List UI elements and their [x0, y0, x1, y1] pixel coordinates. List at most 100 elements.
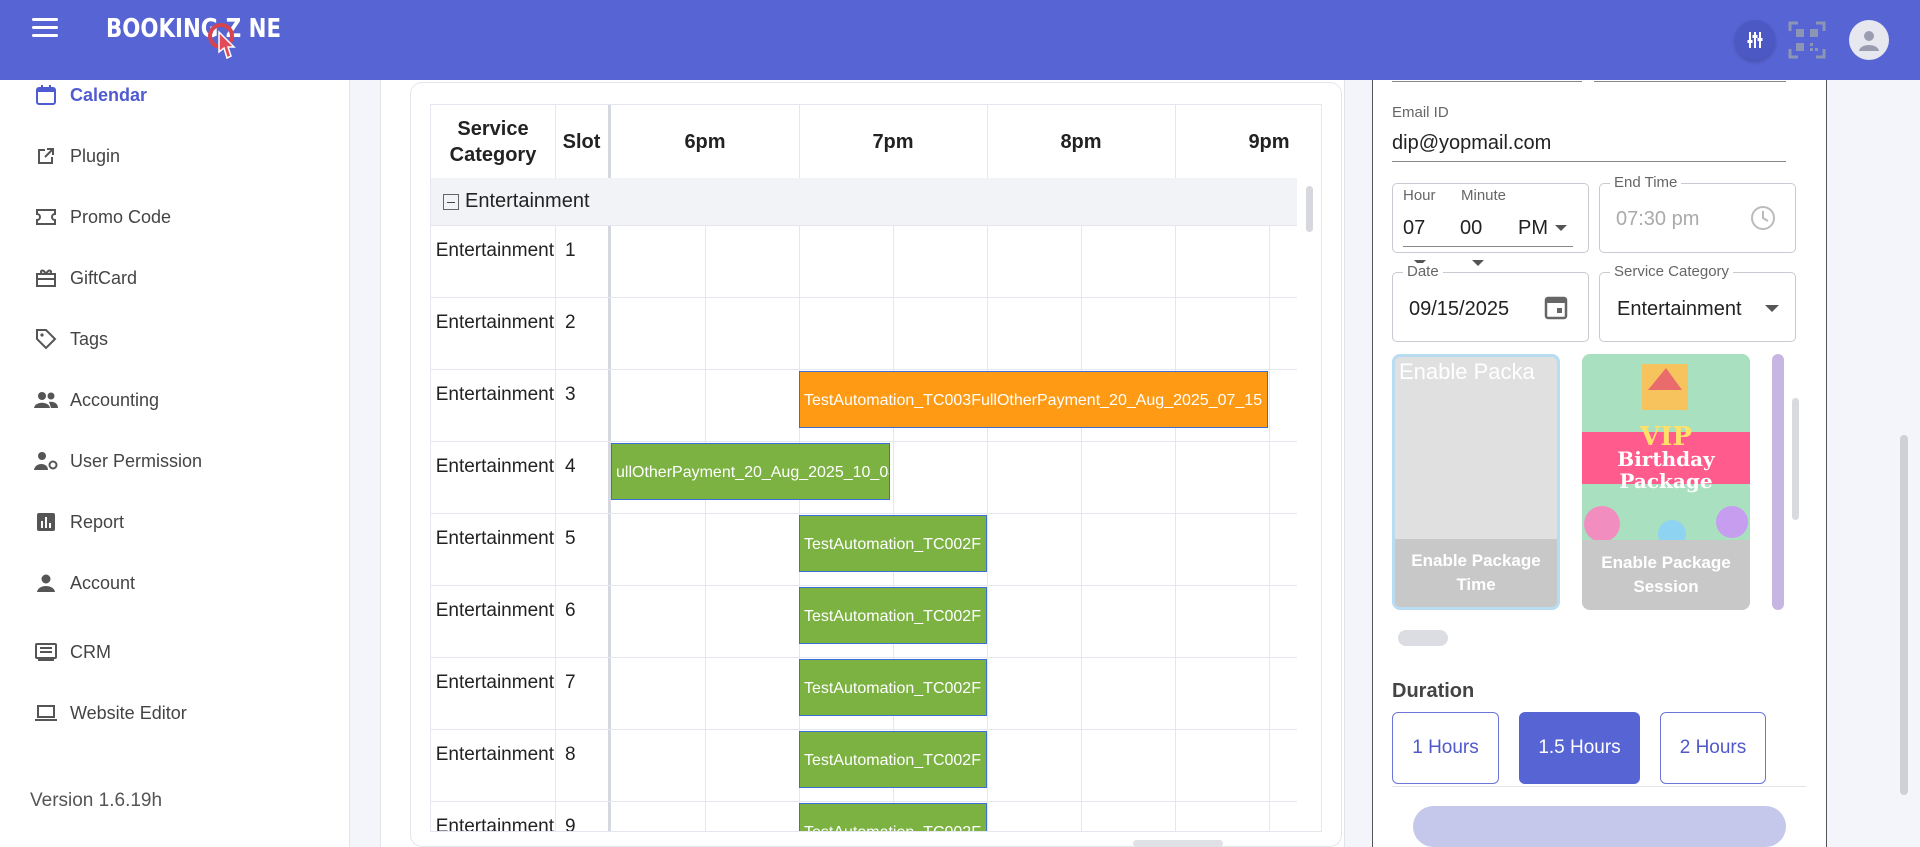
email-field[interactable]: dip@yopmail.com	[1392, 132, 1551, 155]
sidebar-item-label: Account	[70, 572, 136, 593]
divider	[1392, 786, 1806, 787]
sidebar-item-report[interactable]: Report	[34, 507, 124, 537]
row-slot: 7	[565, 672, 576, 693]
tune-settings-icon[interactable]	[1735, 20, 1775, 60]
booking-event[interactable]: TestAutomation_TC002F	[799, 515, 987, 572]
gift-icon	[34, 266, 58, 290]
end-time-value: 07:30 pm	[1616, 208, 1700, 230]
bar-chart-icon	[34, 510, 58, 534]
calendar-picker-icon[interactable]	[1544, 294, 1568, 320]
row-slot: 6	[565, 600, 576, 621]
caption-line-2: Session	[1633, 577, 1699, 596]
grid-vertical-scrollbar[interactable]	[1306, 186, 1313, 232]
submit-button[interactable]	[1413, 806, 1786, 847]
sidebar-item-accounting[interactable]: Accounting	[34, 385, 159, 415]
sidebar-item-account[interactable]: Account	[34, 568, 135, 598]
table-row[interactable]: Entertainment 1	[431, 226, 1297, 298]
minute-label: Minute	[1461, 187, 1507, 204]
row-slot: 4	[565, 456, 576, 477]
sidebar-item-label: Tags	[70, 328, 109, 349]
sidebar-item-label: User Permission	[70, 450, 203, 471]
sidebar-item-calendar[interactable]: Calendar	[34, 80, 147, 110]
field-underline	[1392, 81, 1582, 82]
package-card-partial[interactable]	[1772, 354, 1784, 610]
sidebar-item-user-permission[interactable]: User Permission	[34, 446, 202, 476]
booking-event[interactable]: ullOtherPayment_20_Aug_2025_10_04	[611, 443, 890, 500]
panel-inner-scrollbar[interactable]	[1792, 398, 1799, 520]
sidebar-item-crm[interactable]: CRM	[34, 637, 111, 667]
row-category: Entertainment	[435, 240, 554, 261]
sidebar-item-label: Promo Code	[70, 206, 172, 227]
row-slot: 8	[565, 744, 576, 765]
service-category-label: Service Category	[1610, 263, 1734, 280]
row-slot: 1	[565, 240, 576, 261]
hour-select[interactable]: 07	[1403, 217, 1425, 240]
booking-event[interactable]: TestAutomation_TC002F	[799, 803, 987, 831]
caption-line-1: Enable Package	[1601, 553, 1731, 572]
collapse-icon[interactable]	[443, 193, 459, 210]
header-service-category: Service Category	[431, 105, 555, 178]
booking-event[interactable]: TestAutomation_TC002F	[799, 731, 987, 788]
row-category: Entertainment	[435, 456, 554, 477]
package-card-session[interactable]: VIP Birthday Package Enable Package Sessi…	[1582, 354, 1750, 610]
sidebar-item-plugin[interactable]: Plugin	[34, 141, 120, 171]
header-time-8pm: 8pm	[1060, 130, 1102, 153]
minute-dropdown-icon[interactable]	[1472, 260, 1484, 266]
row-slot: 3	[565, 384, 576, 405]
row-category: Entertainment	[435, 600, 554, 621]
page-scrollbar[interactable]	[1900, 435, 1908, 795]
package-card-time[interactable]: Enable Packa Enable Package Time	[1392, 354, 1560, 610]
sidebar-item-giftcard[interactable]: GiftCard	[34, 263, 137, 293]
hour-label: Hour	[1403, 187, 1436, 204]
banner-line-3: Package	[1619, 469, 1713, 493]
booking-event[interactable]: TestAutomation_TC002F	[799, 587, 987, 644]
logo-pointer-icon	[208, 23, 236, 60]
end-time-label: End Time	[1610, 174, 1682, 191]
qr-scan-icon[interactable]	[1787, 20, 1827, 60]
package-scrollbar[interactable]	[1398, 630, 1448, 646]
clock-icon	[1751, 206, 1775, 230]
hamburger-menu-icon[interactable]	[32, 18, 58, 44]
duration-1-5-hours-button[interactable]: 1.5 Hours	[1519, 712, 1640, 784]
row-slot: 2	[565, 312, 576, 333]
laptop-icon	[34, 701, 58, 725]
group-row-entertainment[interactable]: Entertainment	[431, 178, 1297, 226]
ampm-select[interactable]: PM	[1518, 217, 1548, 240]
row-category: Entertainment	[435, 528, 554, 549]
header-time-9pm: 9pm	[1248, 130, 1290, 153]
header-service-label: Service	[457, 117, 529, 140]
sidebar-item-tags[interactable]: Tags	[34, 324, 108, 354]
duration-1-hours-button[interactable]: 1 Hours	[1392, 712, 1499, 784]
booking-event[interactable]: TestAutomation_TC003FullOtherPayment_20_…	[799, 371, 1268, 428]
sidebar-item-website-editor[interactable]: Website Editor	[34, 698, 187, 728]
row-category: Entertainment	[435, 672, 554, 693]
logo-o-mark	[241, 14, 248, 44]
scheduler-grid[interactable]: Service Category Slot 6pm 7pm 8pm 9pm Ent…	[430, 104, 1322, 832]
user-avatar-icon[interactable]	[1849, 20, 1889, 60]
banner-line-2: Birthday	[1617, 447, 1715, 471]
duration-2-hours-button[interactable]: 2 Hours	[1660, 712, 1766, 784]
minute-select[interactable]: 00	[1460, 217, 1482, 240]
service-category-value[interactable]: Entertainment	[1617, 298, 1742, 321]
grid-horizontal-scrollbar[interactable]	[1133, 840, 1223, 847]
external-link-icon	[34, 144, 58, 168]
sidebar-item-promo-code[interactable]: Promo Code	[34, 202, 171, 232]
sidebar-item-label: GiftCard	[70, 267, 138, 288]
ampm-dropdown-icon[interactable]	[1555, 225, 1567, 231]
booking-event[interactable]: TestAutomation_TC002F	[799, 659, 987, 716]
tag-icon	[34, 327, 58, 351]
sidebar-item-label: Accounting	[70, 389, 160, 410]
chevron-down-icon[interactable]	[1765, 305, 1779, 312]
row-category: Entertainment	[435, 816, 554, 832]
field-underline	[1594, 81, 1786, 82]
group-name: Entertainment	[465, 190, 590, 212]
sidebar-item-label: Plugin	[70, 145, 121, 166]
row-slot: 9	[565, 816, 576, 832]
email-underline	[1392, 161, 1786, 162]
package-caption: Enable Package Session	[1582, 540, 1750, 610]
package-caption: Enable Package Time	[1395, 539, 1557, 607]
row-category: Entertainment	[435, 312, 554, 333]
table-row[interactable]: Entertainment 2	[431, 298, 1297, 370]
date-value[interactable]: 09/15/2025	[1409, 298, 1509, 321]
booking-zone-logo[interactable]: BOOKING Z NE	[106, 14, 281, 44]
